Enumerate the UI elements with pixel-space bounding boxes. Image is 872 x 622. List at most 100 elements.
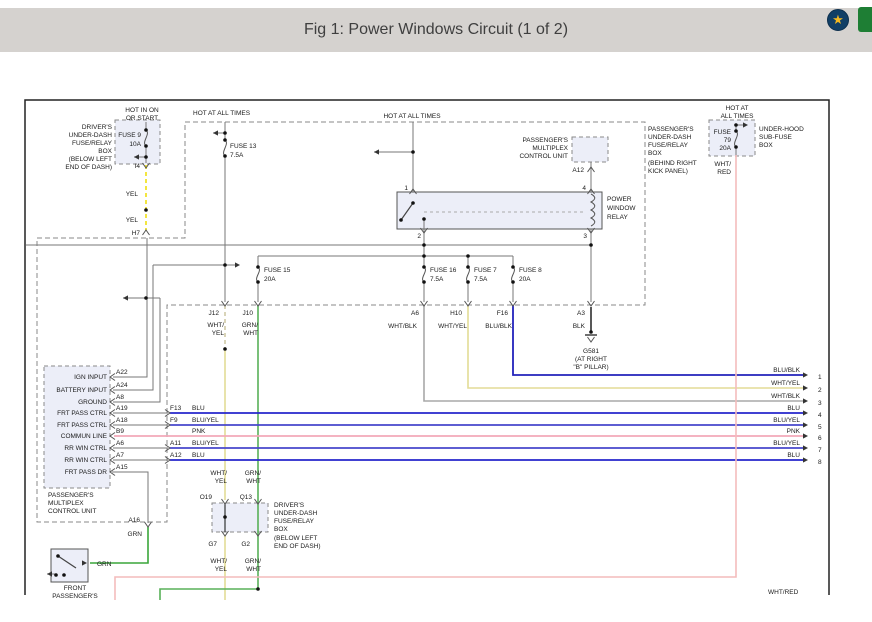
diagram-label: END OF DASH) [274, 543, 321, 550]
junction-dot [511, 265, 515, 269]
junction-dot [256, 265, 260, 269]
diagram-label: A18 [116, 417, 128, 424]
diagram-label: YEL [215, 478, 228, 485]
junction-dot [223, 263, 227, 267]
diagram-label: O19 [200, 494, 213, 501]
diagram-label: BLU [787, 452, 800, 459]
diagram-label: WHT [243, 330, 258, 337]
diagram-label: BLU/BLK [773, 367, 800, 374]
junction-dot [223, 347, 227, 351]
diagram-label: HOT AT ALL TIMES [383, 113, 441, 120]
drivers-fusebox-o19-box [212, 503, 268, 532]
diagram-label: A22 [116, 369, 128, 376]
diagram-label: BLU [192, 452, 205, 459]
junction-dot [223, 131, 227, 135]
diagram-label: FRT PASS CTRL [57, 422, 107, 429]
diagram-label: 1 [404, 185, 408, 192]
green-button[interactable] [858, 7, 872, 32]
junction-dot [466, 280, 470, 284]
junction-dot [422, 265, 426, 269]
fuse-symbol [224, 140, 227, 156]
junction-dot [589, 330, 593, 334]
diagram-label: 2 [818, 387, 822, 394]
diagram-label: J10 [243, 310, 254, 317]
diagram-label: SUB-FUSE [759, 134, 793, 141]
fuse-symbol [257, 267, 260, 282]
junction-dot [223, 154, 227, 158]
arrowhead [803, 445, 808, 450]
front-passenger-switch-box [51, 549, 88, 582]
diagram-label: 79 [724, 137, 732, 144]
fuse-symbol [512, 267, 515, 282]
diagram-label: A6 [411, 310, 419, 317]
diagram-label: END OF DASH) [65, 164, 112, 171]
junction-dot [144, 296, 148, 300]
diagram-label: WHT/RED [768, 589, 799, 596]
junction-dot [144, 208, 148, 212]
arrowhead [235, 262, 240, 267]
header-bar: Fig 1: Power Windows Circuit (1 of 2) ★ [0, 8, 872, 52]
diagram-label: FRT PASS CTRL [57, 410, 107, 417]
fuse-symbol [423, 267, 426, 282]
arrowhead [803, 410, 808, 415]
diagram-label: GRN [128, 531, 143, 538]
diagram-label: FUSE/RELAY [648, 142, 689, 149]
arrowhead [213, 130, 218, 135]
diagram-label: BLU/YEL [192, 440, 219, 447]
diagram-label: WINDOW [607, 205, 636, 212]
diagram-label: FUSE 13 [230, 143, 257, 150]
diagram-label: YEL [126, 191, 139, 198]
diagram-label: 20A [519, 276, 531, 283]
diagram-label: YEL [212, 330, 225, 337]
diagram-label: BATTERY INPUT [56, 387, 107, 394]
diagram-label: MULTIPLEX [48, 500, 84, 507]
underhood-fuse79-box [709, 120, 755, 156]
diagram-label: FUSE/RELAY [72, 140, 113, 147]
junction-dot [411, 201, 415, 205]
diagram-label: WHT/ [714, 161, 731, 168]
diagram-label: A19 [116, 405, 128, 412]
diagram-label: 7.5A [230, 152, 244, 159]
junction-dot [734, 129, 738, 133]
diagram-label: CONTROL UNIT [519, 153, 568, 160]
diagram-label: 4 [582, 185, 586, 192]
diagram-label: WHT/ [207, 322, 224, 329]
junction-dot [422, 243, 426, 247]
junction-dot [54, 573, 58, 577]
diagram-label: (BELOW LEFT [69, 156, 112, 163]
diagram-label: HOT AT ALL TIMES [193, 110, 251, 117]
diagram-label: I4 [135, 163, 141, 170]
diagram-label: PASSENGER'S [52, 593, 98, 600]
arrowhead [803, 372, 808, 377]
junction-dot [223, 515, 227, 519]
passengers-mcu-box-top [572, 137, 608, 162]
diagram-label: F16 [497, 310, 509, 317]
wire [424, 305, 806, 401]
diagram-label: 2 [417, 233, 421, 240]
diagram-label: FUSE 16 [430, 267, 457, 274]
diagram-label: UNDER-HOOD [759, 126, 804, 133]
arrowhead [803, 422, 808, 427]
junction-dot [466, 254, 470, 258]
diagram-label: DRIVER'S [274, 502, 305, 509]
diagram-label: 8 [818, 459, 822, 466]
wire [513, 305, 806, 375]
figure-title: Fig 1: Power Windows Circuit (1 of 2) [0, 8, 872, 52]
favorite-star-icon[interactable]: ★ [827, 9, 849, 31]
junction-dot [466, 265, 470, 269]
diagram-label: POWER [607, 196, 632, 203]
diagram-label: A24 [116, 382, 128, 389]
diagram-label: UNDER-DASH [69, 132, 113, 139]
diagram-label: FUSE 7 [474, 267, 497, 274]
diagram-label: BLU/YEL [192, 417, 219, 424]
diagram-label: A12 [572, 167, 584, 174]
diagram-label: FUSE 9 [118, 132, 141, 139]
junction-dot [56, 554, 60, 558]
diagram-label: WHT/BLK [388, 323, 418, 330]
wiring-diagram: HOT IN ONOR STARTDRIVER'SUNDER-DASHFUSE/… [0, 0, 872, 602]
diagram-label: UNDER-DASH [274, 510, 318, 517]
diagram-label: 10A [129, 141, 141, 148]
diagram-label: WHT/YEL [438, 323, 467, 330]
diagram-label: WHT/YEL [771, 380, 800, 387]
diagram-label: PNK [192, 428, 206, 435]
